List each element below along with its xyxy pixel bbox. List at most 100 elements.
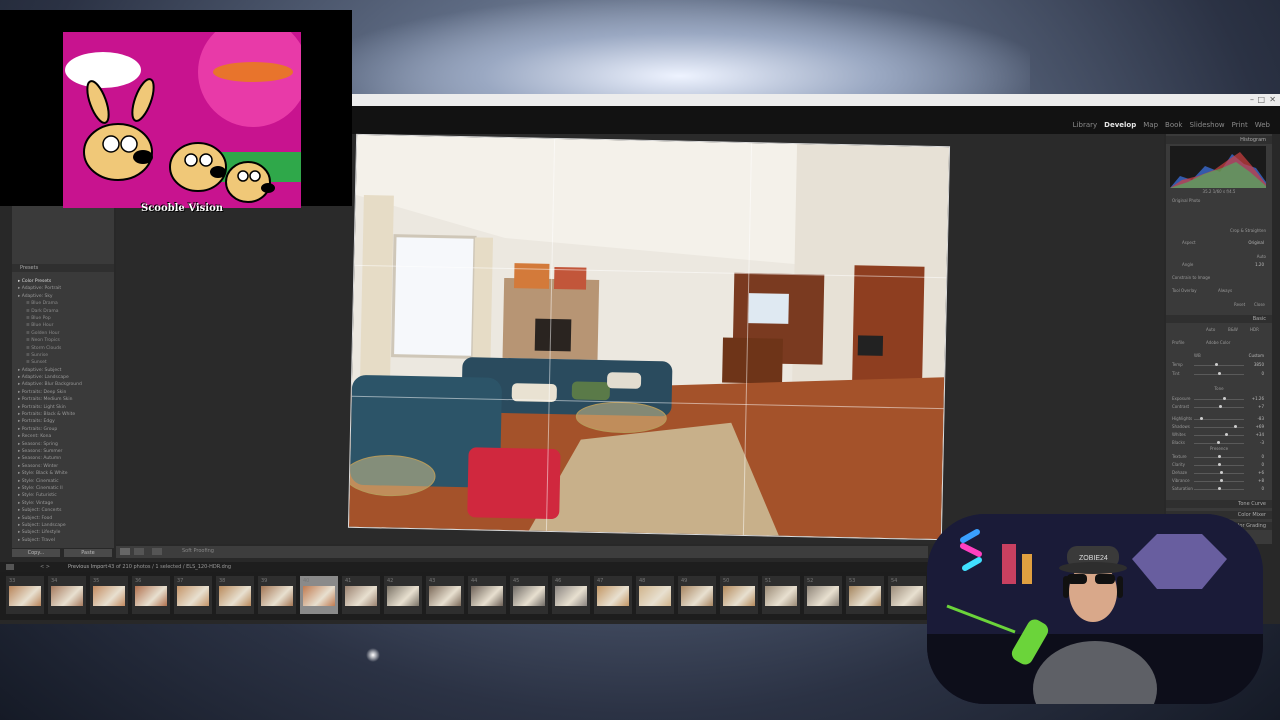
photo-crop-area[interactable] bbox=[347, 133, 951, 541]
slider-knob[interactable] bbox=[1217, 487, 1221, 490]
tool-overlay-value[interactable]: Always bbox=[1218, 288, 1232, 293]
filmstrip-thumbnail[interactable]: 40 bbox=[300, 576, 338, 614]
module-book[interactable]: Book bbox=[1165, 121, 1182, 129]
filmstrip-thumbnail[interactable]: 44 bbox=[468, 576, 506, 614]
slider-knob[interactable] bbox=[1222, 397, 1226, 400]
preset-item[interactable]: ▸ Portraits: Edgy bbox=[18, 418, 112, 425]
secondary-window-icon[interactable] bbox=[6, 564, 14, 570]
preset-item[interactable]: ≡ Sunrise bbox=[18, 352, 112, 359]
grid-view-icon[interactable] bbox=[152, 548, 162, 555]
slider-value[interactable]: +34 bbox=[1256, 432, 1264, 437]
maximize-button[interactable]: □ bbox=[1257, 95, 1265, 104]
filmstrip-thumbnail[interactable]: 38 bbox=[216, 576, 254, 614]
slider-track[interactable] bbox=[1194, 435, 1244, 436]
slider-knob[interactable] bbox=[1200, 417, 1203, 420]
slider-highlights[interactable]: Highlights -83 bbox=[1172, 416, 1266, 422]
slider-exposure[interactable]: Exposure +1.26 bbox=[1172, 396, 1266, 402]
filmstrip-thumbnail[interactable]: 53 bbox=[846, 576, 884, 614]
slider-knob[interactable] bbox=[1216, 441, 1220, 444]
treatment-auto-tab[interactable]: Auto bbox=[1206, 327, 1215, 332]
slider-value[interactable]: +7 bbox=[1258, 404, 1264, 409]
histogram-header[interactable]: Histogram bbox=[1166, 136, 1272, 144]
slider-value[interactable]: -83 bbox=[1257, 416, 1264, 421]
preset-item[interactable]: ≡ Blue Hour bbox=[18, 322, 112, 329]
preset-item[interactable]: ▸ Portraits: Group bbox=[18, 426, 112, 433]
preset-item[interactable]: ≡ Neon Tropics bbox=[18, 337, 112, 344]
slider-temp[interactable]: Temp 3850 bbox=[1172, 362, 1266, 368]
loupe-view-icon[interactable] bbox=[120, 548, 130, 555]
slider-track[interactable] bbox=[1194, 473, 1244, 474]
slider-knob[interactable] bbox=[1217, 372, 1221, 375]
module-map[interactable]: Map bbox=[1143, 121, 1158, 129]
slider-value[interactable]: 0 bbox=[1261, 462, 1264, 467]
preset-item[interactable]: ▸ Subject: Travel bbox=[18, 537, 112, 544]
slider-dehaze[interactable]: Dehaze +6 bbox=[1172, 470, 1266, 476]
slider-whites[interactable]: Whites +34 bbox=[1172, 432, 1266, 438]
filmstrip-thumbnail[interactable]: 54 bbox=[888, 576, 926, 614]
filmstrip-thumbnail[interactable]: 41 bbox=[342, 576, 380, 614]
module-print[interactable]: Print bbox=[1232, 121, 1248, 129]
basic-header[interactable]: Basic bbox=[1166, 315, 1272, 323]
filmstrip-thumbnail[interactable]: 34 bbox=[48, 576, 86, 614]
preset-item[interactable]: ▸ Portraits: Light Skin bbox=[18, 404, 112, 411]
slider-knob[interactable] bbox=[1215, 363, 1218, 366]
slider-knob[interactable] bbox=[1225, 433, 1228, 436]
preset-item[interactable]: ▸ Style: Vintage bbox=[18, 500, 112, 507]
preset-item[interactable]: ▸ Seasons: Summer bbox=[18, 448, 112, 455]
slider-value[interactable]: +1.26 bbox=[1252, 396, 1264, 401]
preset-item[interactable]: ▸ Seasons: Winter bbox=[18, 463, 112, 470]
filmstrip-thumbnail[interactable]: 39 bbox=[258, 576, 296, 614]
slider-shadows[interactable]: Shadows +69 bbox=[1172, 424, 1266, 430]
treatment-bw-tab[interactable]: B&W bbox=[1228, 327, 1238, 332]
preset-item[interactable]: ▸ Subject: Concerts bbox=[18, 507, 112, 514]
preset-item[interactable]: ▸ Style: Cinematic II bbox=[18, 485, 112, 492]
preset-item[interactable]: ▸ Portraits: Deep Skin bbox=[18, 389, 112, 396]
slider-texture[interactable]: Texture 0 bbox=[1172, 454, 1266, 460]
preset-item[interactable]: ▸ Style: Cinematic bbox=[18, 478, 112, 485]
filmstrip-thumbnail[interactable]: 42 bbox=[384, 576, 422, 614]
presets-header[interactable]: Presets bbox=[12, 264, 114, 272]
paste-settings-button[interactable]: Paste bbox=[64, 549, 112, 557]
slider-track[interactable] bbox=[1194, 427, 1244, 428]
slider-track[interactable] bbox=[1194, 399, 1244, 400]
preset-item[interactable]: ▸ Style: Futuristic bbox=[18, 492, 112, 499]
slider-value[interactable]: +8 bbox=[1258, 478, 1264, 483]
compare-view-icon[interactable] bbox=[134, 548, 144, 555]
slider-contrast[interactable]: Contrast +7 bbox=[1172, 404, 1266, 410]
slider-tint[interactable]: Tint 0 bbox=[1172, 371, 1266, 377]
filmstrip-source[interactable]: Previous Import bbox=[68, 564, 107, 570]
module-web[interactable]: Web bbox=[1255, 121, 1270, 129]
wb-value[interactable]: Custom bbox=[1249, 353, 1264, 358]
minimize-button[interactable]: – bbox=[1250, 95, 1254, 104]
preset-item[interactable]: ▸ Adaptive: Landscape bbox=[18, 374, 112, 381]
aspect-value[interactable]: Original bbox=[1248, 240, 1264, 245]
angle-row[interactable]: Angle 1.20 bbox=[1172, 262, 1266, 268]
constrain-checkbox[interactable]: Constrain to Image bbox=[1172, 275, 1266, 281]
slider-value[interactable]: +6 bbox=[1258, 470, 1264, 475]
filmstrip-thumbnail[interactable]: 50 bbox=[720, 576, 758, 614]
filmstrip-thumbnail[interactable]: 52 bbox=[804, 576, 842, 614]
slider-saturation[interactable]: Saturation 0 bbox=[1172, 486, 1266, 492]
angle-value[interactable]: 1.20 bbox=[1255, 262, 1264, 267]
slider-knob[interactable] bbox=[1233, 425, 1237, 428]
preset-item[interactable]: ≡ Golden Hour bbox=[18, 330, 112, 337]
filmstrip-thumbnail[interactable]: 49 bbox=[678, 576, 716, 614]
slider-value[interactable]: 0 bbox=[1261, 486, 1264, 491]
module-develop[interactable]: Develop bbox=[1104, 121, 1136, 129]
preset-item[interactable]: ≡ Sunset bbox=[18, 359, 112, 366]
slider-track[interactable] bbox=[1194, 365, 1244, 366]
soft-proofing-checkbox[interactable]: Soft Proofing bbox=[182, 548, 214, 554]
preset-item[interactable]: ▸ Portraits: Medium Skin bbox=[18, 396, 112, 403]
tool-overlay-row[interactable]: Tool Overlay Always bbox=[1172, 288, 1266, 294]
preset-item[interactable]: ▸ Subject: Lifestyle bbox=[18, 529, 112, 536]
slider-value[interactable]: 0 bbox=[1261, 371, 1264, 376]
module-library[interactable]: Library bbox=[1073, 121, 1097, 129]
filmstrip-thumbnail[interactable]: 46 bbox=[552, 576, 590, 614]
preset-item[interactable]: ▸ Portraits: Black & White bbox=[18, 411, 112, 418]
filmstrip-thumbnail[interactable]: 47 bbox=[594, 576, 632, 614]
preset-item[interactable]: ≡ Storm Clouds bbox=[18, 345, 112, 352]
preset-item[interactable]: ▸ Seasons: Spring bbox=[18, 441, 112, 448]
slider-knob[interactable] bbox=[1220, 479, 1223, 482]
preset-item[interactable]: ▸ Subject: Food bbox=[18, 515, 112, 522]
close-window-button[interactable]: ✕ bbox=[1269, 95, 1276, 104]
